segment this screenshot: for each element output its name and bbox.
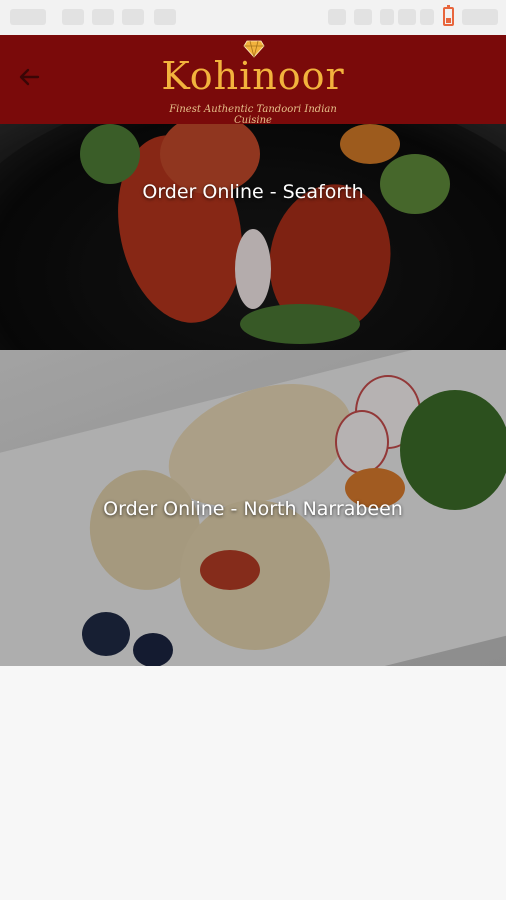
order-north-narrabeen-banner[interactable]: Order Online - North Narrabeen — [0, 350, 506, 666]
status-bar — [0, 0, 506, 35]
signal-icon — [380, 9, 394, 25]
notification-icon — [62, 9, 84, 25]
banner-overlay — [0, 124, 506, 350]
notification-icon — [122, 9, 144, 25]
back-button[interactable] — [14, 62, 44, 92]
brand-tagline: Finest Authentic Tandoori Indian Cuisine — [169, 104, 337, 126]
banner-label: Order Online - North Narrabeen — [103, 498, 403, 520]
order-seaforth-banner[interactable]: Order Online - Seaforth — [0, 124, 506, 350]
arrow-left-icon — [19, 68, 40, 86]
battery-icon — [443, 5, 454, 26]
signal-icon — [328, 9, 346, 25]
banner-label: Order Online - Seaforth — [142, 181, 364, 203]
wifi-icon — [398, 9, 416, 25]
clock — [462, 9, 498, 25]
signal-icon — [354, 9, 372, 25]
notification-icon — [154, 9, 176, 25]
brand-name: Kohinoor — [161, 54, 345, 98]
kohinoor-logo: Kohinoor Finest Authentic Tandoori India… — [150, 38, 356, 126]
signal-icon — [420, 9, 434, 25]
empty-area — [0, 666, 506, 900]
carrier-icon — [10, 9, 46, 25]
app-bar: Kohinoor Finest Authentic Tandoori India… — [0, 35, 506, 126]
notification-icon — [92, 9, 114, 25]
